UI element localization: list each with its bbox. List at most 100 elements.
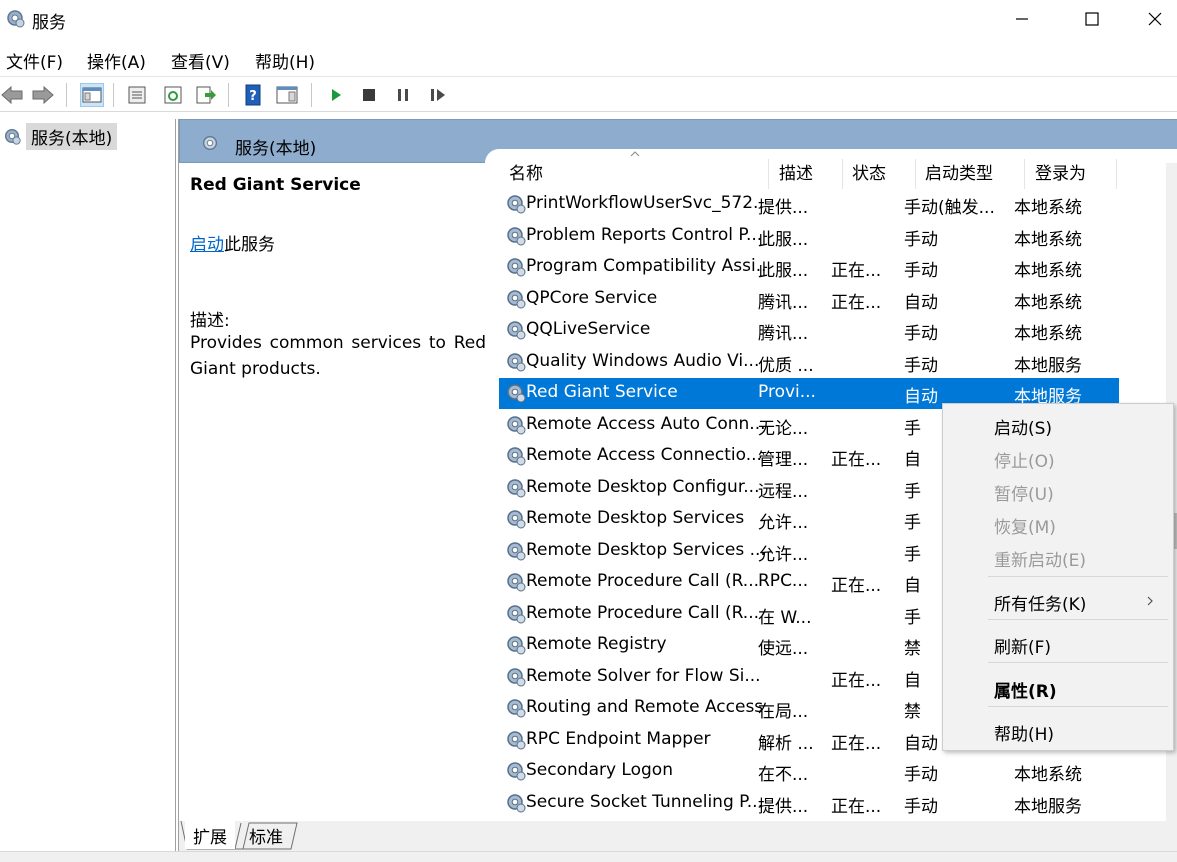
status-bar bbox=[0, 851, 1177, 862]
menu-item-all-tasks[interactable]: 所有任务(K) bbox=[994, 590, 1086, 615]
column-header-name[interactable]: 名称 bbox=[503, 159, 769, 189]
cell-description: 此服... bbox=[758, 261, 809, 281]
service-gear-icon bbox=[507, 541, 526, 560]
resume-icon bbox=[431, 89, 445, 101]
pause-service-button[interactable] bbox=[391, 83, 415, 107]
close-button[interactable] bbox=[1132, 0, 1177, 38]
cell-startup-type: 自 bbox=[904, 670, 921, 691]
cell-name: Problem Reports Control P... bbox=[526, 224, 763, 245]
table-row[interactable]: Program Compatibility Assi... 此服... 正在... 手… bbox=[499, 252, 1119, 283]
service-gear-icon bbox=[507, 667, 526, 686]
service-gear-icon bbox=[507, 604, 526, 623]
console-tree-icon bbox=[82, 87, 102, 103]
cell-description: 在 W... bbox=[758, 607, 812, 628]
menu-item-restart: 重新启动(E) bbox=[994, 551, 1087, 571]
maximize-button[interactable] bbox=[1062, 0, 1122, 38]
resume-service-button[interactable] bbox=[426, 83, 450, 107]
refresh-toolbar-button[interactable] bbox=[161, 83, 185, 107]
export-list-button[interactable] bbox=[194, 83, 218, 107]
forward-button[interactable] bbox=[31, 83, 55, 107]
list-header: 名称 描述 状态 启动类型 登录为 bbox=[485, 149, 1125, 189]
menu-item-start[interactable]: 启动(S) bbox=[994, 414, 1052, 439]
help-icon: ? bbox=[245, 84, 261, 106]
table-row[interactable]: Secure Socket Tunneling P... 提供... 正在... 手动… bbox=[499, 788, 1119, 819]
cell-name: QQLiveService bbox=[526, 319, 651, 339]
back-button[interactable] bbox=[0, 83, 24, 107]
help-toolbar-button[interactable]: ? bbox=[241, 83, 265, 107]
close-icon bbox=[1148, 12, 1161, 26]
cell-description: 提供... bbox=[758, 796, 809, 817]
menu-item-help[interactable]: 帮助(H) bbox=[994, 720, 1054, 745]
menu-help[interactable]: 帮助(H) bbox=[255, 48, 315, 73]
service-gear-icon bbox=[507, 258, 526, 277]
tab-standard[interactable]: 标准 bbox=[241, 821, 291, 849]
cell-name: Remote Access Connectio... bbox=[526, 445, 762, 465]
column-header-logon-as[interactable]: 登录为 bbox=[1029, 159, 1117, 189]
service-gear-icon bbox=[507, 510, 526, 529]
cell-description: RPC... bbox=[758, 571, 809, 591]
back-arrow-icon bbox=[1, 85, 23, 105]
cell-name: Remote Registry bbox=[526, 634, 667, 654]
service-gear-icon bbox=[507, 730, 526, 749]
menu-item-refresh[interactable]: 刷新(F) bbox=[994, 633, 1051, 658]
show-hide-tree-button[interactable] bbox=[80, 83, 104, 107]
minimize-button[interactable] bbox=[992, 0, 1052, 38]
menu-item-properties[interactable]: 属性(R) bbox=[994, 677, 1057, 702]
show-action-pane-button[interactable] bbox=[275, 83, 299, 107]
maximize-icon bbox=[1085, 12, 1099, 26]
cell-logon-as: 本地系统 bbox=[1014, 292, 1082, 313]
start-service-suffix: 此服务 bbox=[224, 235, 275, 255]
column-header-status[interactable]: 状态 bbox=[846, 159, 916, 189]
start-service-button[interactable] bbox=[324, 83, 348, 107]
menu-file[interactable]: 文件(F) bbox=[6, 48, 63, 73]
panel-header-title: 服务(本地) bbox=[235, 139, 317, 159]
cell-startup-type: 手 bbox=[904, 607, 921, 628]
table-row[interactable]: QPCore Service 腾讯... 正在... 自动 本地系统 bbox=[499, 284, 1119, 315]
menu-item-resume: 恢复(M) bbox=[994, 518, 1056, 538]
table-row[interactable]: Problem Reports Control P... 此服... 手动 本地系统 bbox=[499, 221, 1119, 252]
cell-description: 使远... bbox=[758, 639, 809, 659]
export-icon bbox=[196, 86, 216, 104]
services-gear-icon bbox=[4, 128, 21, 145]
service-gear-icon bbox=[507, 352, 526, 371]
cell-name: Remote Procedure Call (R... bbox=[526, 571, 760, 591]
service-gear-icon bbox=[507, 384, 526, 403]
cell-description: 腾讯... bbox=[758, 324, 809, 344]
table-row[interactable]: Secondary Logon 在不... 手动 本地系统 bbox=[499, 756, 1119, 787]
cell-name: Routing and Remote Access bbox=[526, 697, 764, 717]
stop-service-button[interactable] bbox=[357, 83, 381, 107]
table-row[interactable]: Quality Windows Audio Vi... 优质 ... 手动 本地服务 bbox=[499, 347, 1119, 378]
properties-toolbar-button[interactable] bbox=[125, 83, 149, 107]
start-service-line: 启动此服务 bbox=[190, 230, 275, 255]
table-row[interactable]: QQLiveService 腾讯... 手动 本地系统 bbox=[499, 315, 1119, 346]
description-pane: Red Giant Service 启动此服务 描述: Provides com… bbox=[179, 163, 489, 823]
cell-status: 正在... bbox=[831, 292, 882, 313]
menu-view[interactable]: 查看(V) bbox=[171, 48, 230, 73]
table-row[interactable]: PrintWorkflowUserSvc_572... 提供... 手动(触发...… bbox=[499, 189, 1119, 220]
start-service-link[interactable]: 启动 bbox=[190, 235, 224, 255]
menu-separator bbox=[988, 706, 1168, 707]
cell-logon-as: 本地服务 bbox=[1014, 796, 1082, 817]
cell-startup-type: 禁 bbox=[904, 639, 921, 659]
menu-action[interactable]: 操作(A) bbox=[87, 48, 146, 73]
selected-service-name: Red Giant Service bbox=[190, 175, 361, 195]
tree-item-services-local[interactable]: 服务(本地) bbox=[0, 122, 118, 150]
cell-startup-type: 自动 bbox=[904, 387, 938, 407]
cell-startup-type: 手动 bbox=[904, 324, 938, 344]
cell-startup-type: 手动 bbox=[904, 261, 938, 281]
properties-sheet-icon bbox=[128, 86, 146, 104]
cell-name: PrintWorkflowUserSvc_572... bbox=[526, 193, 766, 213]
column-header-description[interactable]: 描述 bbox=[773, 159, 843, 189]
tab-extended[interactable]: 扩展 bbox=[185, 821, 235, 849]
column-header-startup-type[interactable]: 启动类型 bbox=[919, 159, 1025, 189]
cell-status: 正在... bbox=[831, 670, 882, 691]
cell-description: 在局... bbox=[758, 702, 809, 722]
cell-logon-as: 本地系统 bbox=[1014, 229, 1082, 250]
service-gear-icon bbox=[507, 447, 526, 466]
menu-separator bbox=[988, 619, 1168, 620]
refresh-icon bbox=[164, 86, 182, 104]
cell-description: 腾讯... bbox=[758, 292, 809, 313]
cell-name: Quality Windows Audio Vi... bbox=[526, 350, 760, 371]
cell-status: 正在... bbox=[831, 261, 882, 281]
submenu-chevron-icon bbox=[1147, 596, 1153, 606]
